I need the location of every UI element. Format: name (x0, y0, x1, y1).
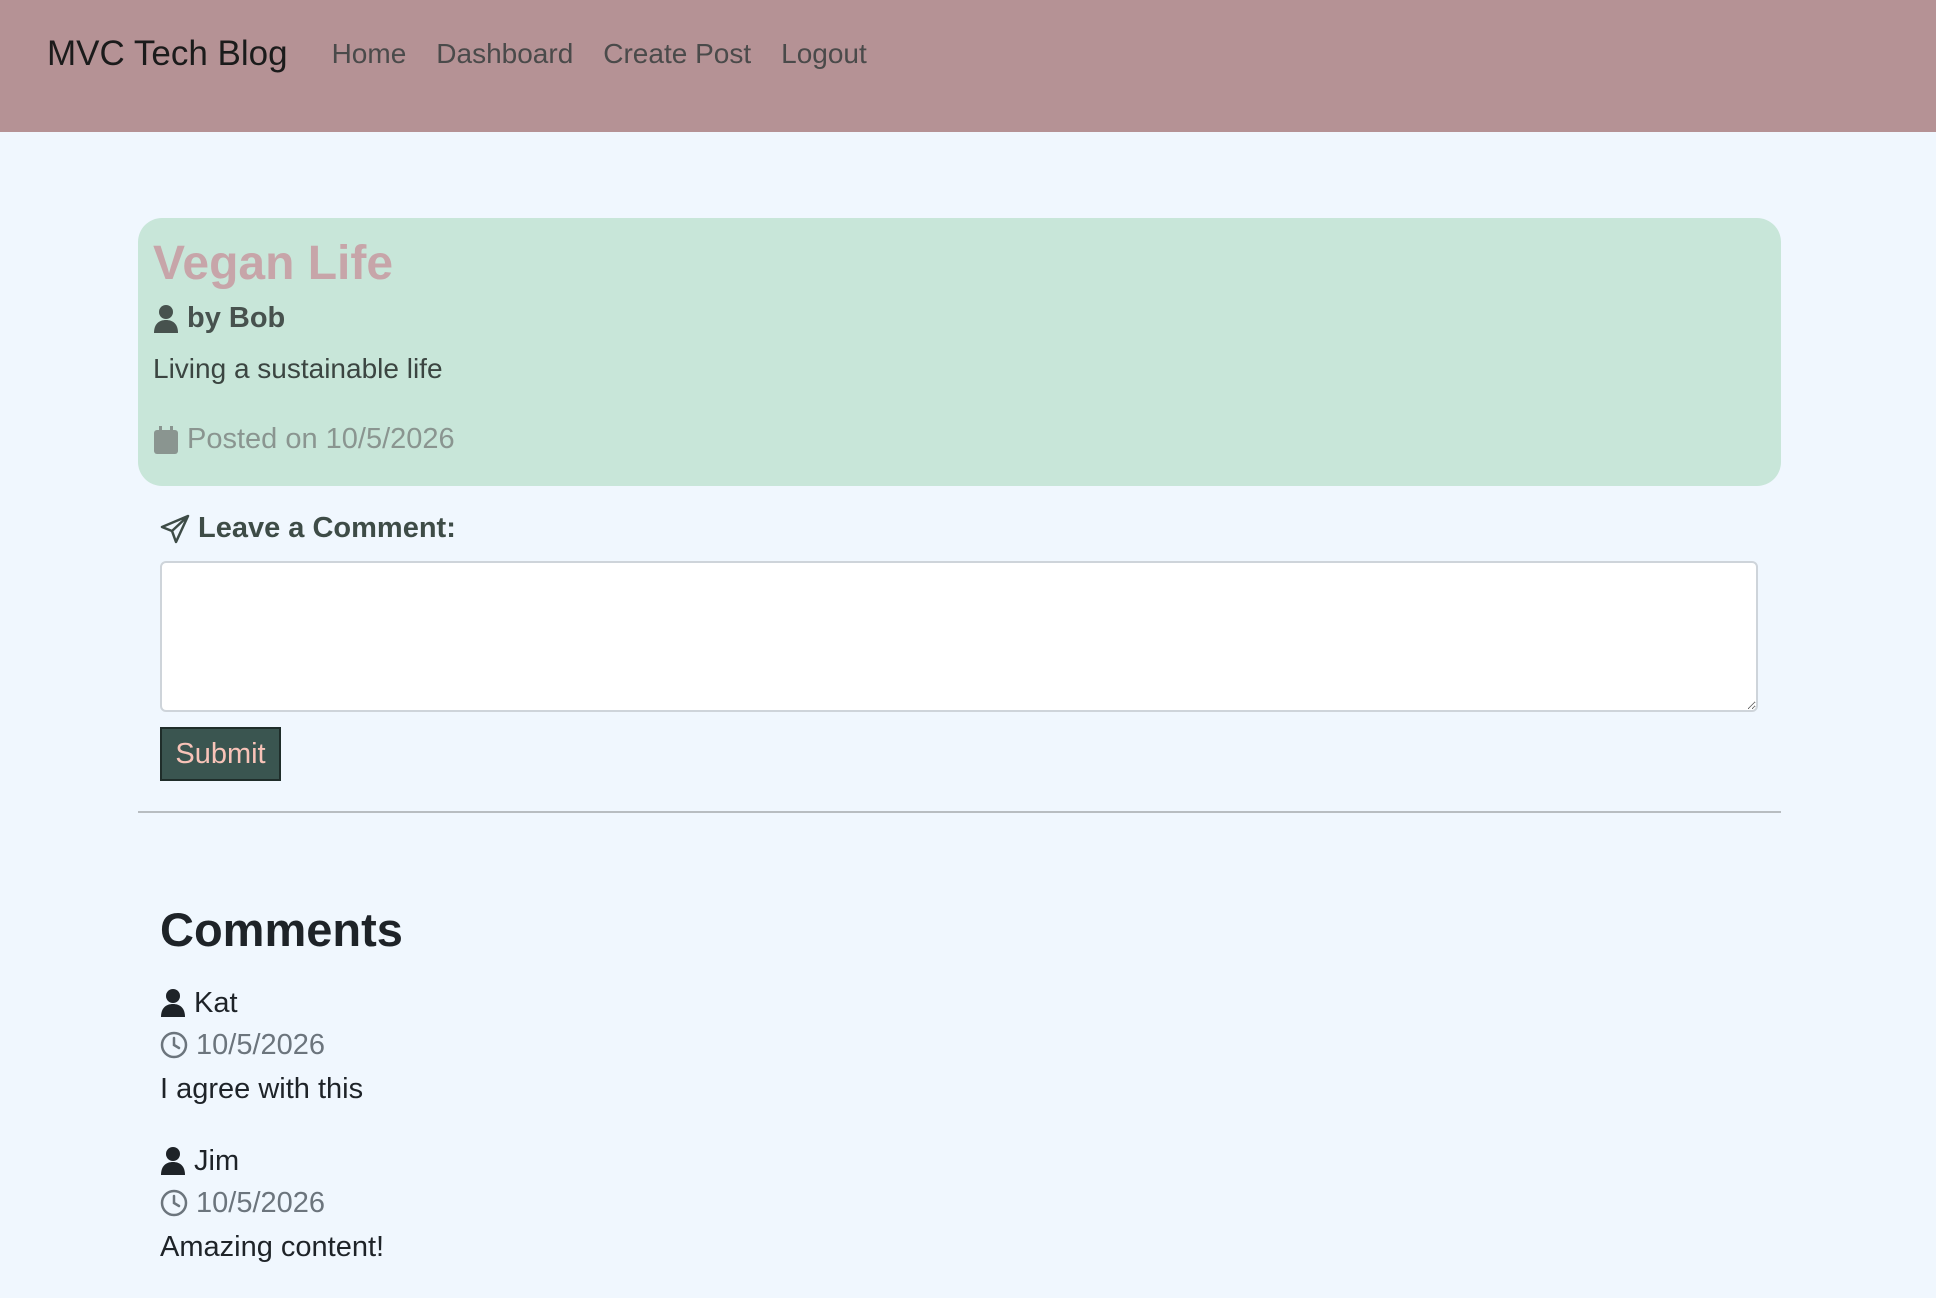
comment-date-text: 10/5/2026 (196, 1187, 326, 1219)
post-card: Vegan Life by Bob Living a sustainable l… (138, 218, 1781, 486)
comments-section: Comments Kat 10/5/2026 I agree with this… (160, 902, 1758, 1266)
divider (138, 811, 1781, 813)
nav-link-create-post[interactable]: Create Post (603, 34, 751, 74)
clock-icon (160, 1189, 188, 1217)
comment-user: Kat (160, 984, 1758, 1022)
clock-icon (160, 1031, 188, 1059)
comment-date: 10/5/2026 (160, 1026, 1758, 1064)
post-title: Vegan Life (153, 237, 394, 290)
comment-textarea[interactable] (160, 561, 1758, 712)
submit-button[interactable]: Submit (160, 727, 281, 781)
brand-link[interactable]: MVC Tech Blog (47, 34, 288, 74)
comment-item: Jim 10/5/2026 Amazing content! (160, 1142, 1758, 1266)
navbar: MVC Tech Blog Home Dashboard Create Post… (0, 0, 1936, 132)
post-author: by Bob (153, 302, 1766, 335)
comment-text: Amazing content! (160, 1231, 385, 1263)
comment-user-name: Kat (194, 987, 238, 1019)
comment-text: I agree with this (160, 1073, 364, 1105)
user-icon (160, 988, 186, 1018)
post-author-name: by Bob (187, 302, 286, 334)
calendar-icon (153, 425, 179, 455)
user-icon (160, 1146, 186, 1176)
post-date: Posted on 10/5/2026 (153, 423, 1766, 456)
user-icon (153, 304, 179, 334)
comments-heading: Comments (160, 903, 403, 956)
comment-label-text: Leave a Comment: (198, 512, 456, 544)
comment-date-text: 10/5/2026 (196, 1029, 326, 1061)
post-body: Living a sustainable life (153, 353, 443, 384)
nav-link-dashboard[interactable]: Dashboard (436, 34, 573, 74)
comment-label: Leave a Comment: (160, 512, 1758, 545)
comment-user: Jim (160, 1142, 1758, 1180)
paper-plane-icon (160, 514, 190, 544)
nav-link-logout[interactable]: Logout (781, 34, 867, 74)
post-date-text: Posted on 10/5/2026 (187, 423, 455, 455)
comment-item: Kat 10/5/2026 I agree with this (160, 984, 1758, 1108)
comment-form: Leave a Comment: Submit (160, 512, 1758, 781)
nav-link-home[interactable]: Home (332, 34, 407, 74)
comment-date: 10/5/2026 (160, 1184, 1758, 1222)
nav-links: Home Dashboard Create Post Logout (332, 34, 867, 74)
comment-user-name: Jim (194, 1145, 240, 1177)
